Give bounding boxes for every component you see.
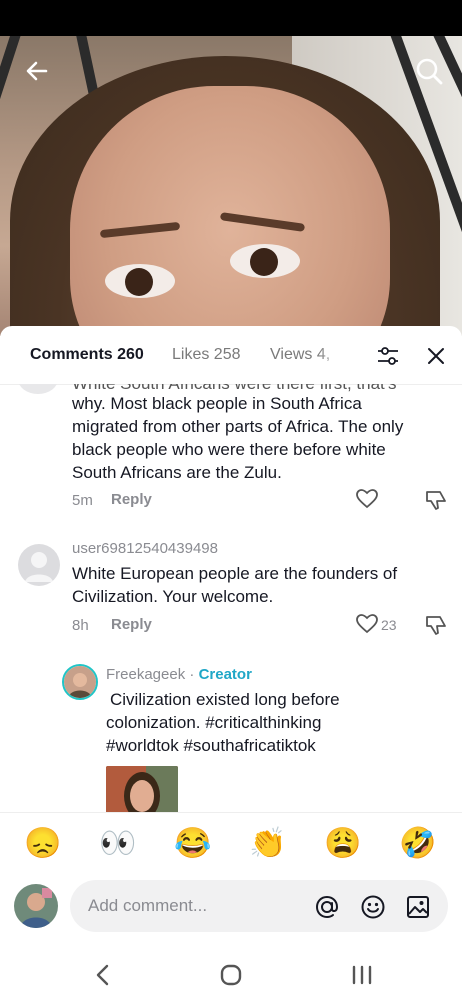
emoji-disappointed[interactable]: 😞 bbox=[23, 827, 63, 861]
emoji-quick-bar: 😞 👀 😂 👏 😩 🤣 bbox=[0, 812, 462, 877]
emoji-weary[interactable]: 😩 bbox=[323, 827, 363, 861]
comment-username[interactable]: user69812540439498 bbox=[72, 540, 218, 557]
nav-back-icon[interactable] bbox=[86, 958, 120, 992]
comment-timestamp: 5m bbox=[72, 492, 93, 509]
tab-comments[interactable]: Comments 260 bbox=[30, 346, 144, 364]
nav-recents-icon[interactable] bbox=[345, 958, 379, 992]
emoji-eyes[interactable]: 👀 bbox=[98, 827, 138, 861]
emoji-clap[interactable]: 👏 bbox=[248, 827, 288, 861]
comments-panel: Comments 260 Likes 258 Views 4, White So… bbox=[0, 326, 462, 1000]
comment-input-row bbox=[0, 876, 462, 946]
avatar[interactable] bbox=[14, 884, 58, 928]
comment-text-line: Civilization. Your welcome. bbox=[72, 587, 274, 606]
reply-username[interactable]: Freekageek bbox=[106, 666, 185, 683]
search-icon[interactable] bbox=[412, 54, 446, 88]
avatar[interactable] bbox=[62, 664, 98, 700]
status-bar bbox=[0, 0, 462, 36]
creator-badge: Creator bbox=[198, 666, 252, 683]
username-separator: · bbox=[185, 666, 199, 683]
face bbox=[70, 86, 390, 336]
system-nav-bar bbox=[0, 946, 462, 1000]
comment-input[interactable] bbox=[70, 880, 448, 932]
tab-likes[interactable]: Likes 258 bbox=[172, 346, 241, 364]
reply-button[interactable]: Reply bbox=[111, 491, 152, 508]
smiley-icon[interactable] bbox=[360, 894, 386, 920]
comment-username: Freekageek · Creator bbox=[106, 666, 252, 683]
avatar[interactable] bbox=[18, 544, 60, 586]
nav-home-icon[interactable] bbox=[214, 958, 248, 992]
comment-text-line: black people who were there before white bbox=[72, 440, 386, 459]
at-icon[interactable] bbox=[314, 894, 340, 920]
image-icon[interactable] bbox=[405, 894, 431, 920]
avatar[interactable] bbox=[18, 384, 58, 394]
heart-icon[interactable] bbox=[355, 487, 379, 511]
comment-text-line: South Africans are the Zulu. bbox=[72, 463, 282, 482]
like-count: 23 bbox=[381, 617, 397, 633]
tab-bar: Comments 260 Likes 258 Views 4, bbox=[0, 326, 462, 385]
reply-button[interactable]: Reply bbox=[111, 616, 152, 633]
comments-list[interactable]: White South Africans were there first, t… bbox=[0, 384, 462, 812]
attached-image-thumbnail[interactable] bbox=[106, 766, 178, 812]
comment-text-line: White European people are the founders o… bbox=[72, 564, 398, 583]
heart-icon[interactable] bbox=[355, 612, 379, 636]
sliders-icon[interactable] bbox=[376, 344, 400, 368]
comment-text-line: Civilization existed long before bbox=[110, 690, 340, 709]
arrow-left-icon[interactable] bbox=[20, 54, 54, 88]
thumbs-down-icon[interactable] bbox=[424, 488, 448, 512]
video-preview[interactable] bbox=[0, 36, 462, 336]
thumbs-down-icon[interactable] bbox=[424, 613, 448, 637]
comment-text-line: why. Most black people in South Africa bbox=[72, 394, 362, 413]
close-icon[interactable] bbox=[424, 344, 448, 368]
comment-text-line: colonization. #criticalthinking bbox=[106, 713, 322, 732]
comment-text-line: migrated from other parts of Africa. The… bbox=[72, 417, 404, 436]
comment-text-line: #worldtok #southafricatiktok bbox=[106, 736, 316, 755]
emoji-rofl[interactable]: 🤣 bbox=[398, 827, 438, 861]
emoji-joy[interactable]: 😂 bbox=[173, 827, 213, 861]
comment-timestamp: 8h bbox=[72, 617, 89, 634]
